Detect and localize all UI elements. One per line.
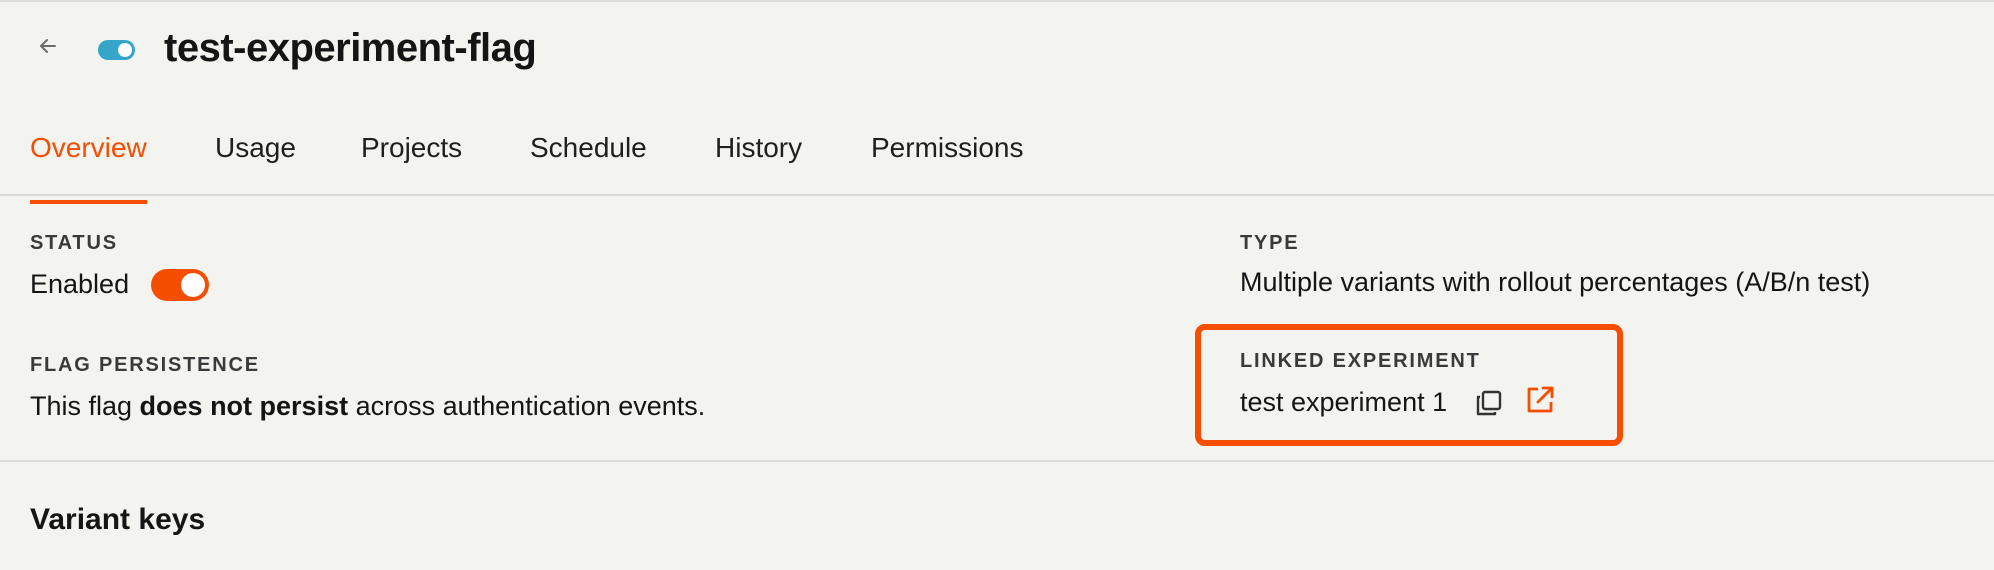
tab-bar: Overview Usage Projects Schedule History… (0, 118, 1994, 204)
variant-keys-heading: Variant keys (30, 503, 206, 536)
type-value: Multiple variants with rollout percentag… (1240, 267, 1871, 297)
status-label: STATUS (30, 232, 118, 254)
tab-history[interactable]: History (715, 128, 802, 168)
flag-persistence-label: FLAG PERSISTENCE (30, 354, 260, 376)
toggle-icon (98, 40, 135, 60)
open-experiment-button[interactable] (1523, 383, 1557, 417)
linked-experiment-label: LINKED EXPERIMENT (1240, 350, 1481, 372)
back-button[interactable] (34, 32, 62, 60)
arrow-left-icon (40, 39, 56, 53)
tab-schedule[interactable]: Schedule (530, 128, 647, 168)
linked-experiment-name: test experiment 1 (1240, 387, 1448, 417)
section-divider (0, 460, 1994, 462)
status-value: Enabled (30, 269, 130, 299)
top-border (0, 0, 1994, 2)
tab-overview[interactable]: Overview (30, 128, 147, 204)
tab-usage[interactable]: Usage (215, 128, 296, 168)
copy-button[interactable] (1472, 386, 1506, 420)
persistence-emphasis: does not persist (139, 391, 349, 421)
flag-persistence-value: This flag does not persist across authen… (30, 388, 705, 424)
copy-icon (1476, 390, 1502, 416)
persistence-prefix: This flag (30, 391, 140, 421)
persistence-suffix: across authentication events. (348, 391, 706, 421)
enabled-toggle[interactable] (151, 269, 209, 301)
page-title: test-experiment-flag (164, 26, 537, 70)
tab-projects[interactable]: Projects (361, 128, 462, 168)
external-link-icon (1527, 386, 1554, 413)
feature-flag-page: test-experiment-flag Overview Usage Proj… (0, 0, 1994, 570)
tab-permissions[interactable]: Permissions (871, 128, 1023, 168)
type-label: TYPE (1240, 232, 1300, 254)
